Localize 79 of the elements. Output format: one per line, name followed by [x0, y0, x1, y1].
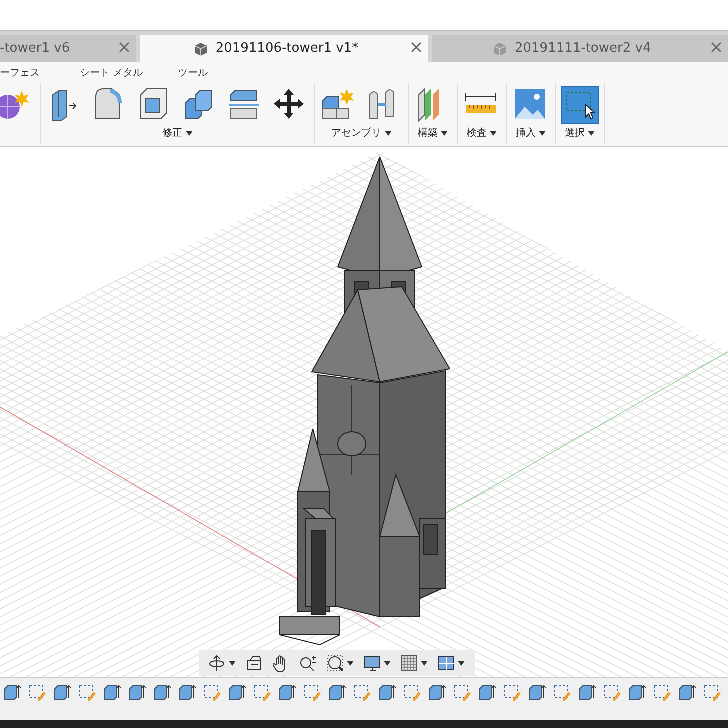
caret-icon — [490, 130, 497, 136]
shell-icon — [140, 88, 168, 120]
press-pull-icon — [52, 90, 77, 122]
sketch-timeline-icon[interactable] — [554, 684, 571, 701]
sketch-timeline-icon[interactable] — [204, 684, 221, 701]
look-at-icon — [248, 656, 262, 670]
zoom-window-icon — [328, 655, 344, 672]
sketch-timeline-icon[interactable] — [254, 684, 271, 701]
extrude-timeline-icon[interactable] — [4, 684, 21, 701]
caret-icon — [441, 130, 448, 136]
extrude-timeline-icon[interactable] — [229, 684, 246, 701]
ribbon-tab[interactable]: シート メタル — [80, 66, 178, 80]
document-tab[interactable]: 20191106-tower1 v1* — [140, 35, 428, 62]
select-window-icon — [562, 87, 598, 123]
extrude-timeline-icon[interactable] — [429, 684, 446, 701]
sketch-timeline-icon[interactable] — [304, 684, 321, 701]
move-arrows-icon — [274, 89, 304, 119]
navigation-tool[interactable] — [362, 654, 393, 672]
ribbon-tab[interactable]: ーフェス — [0, 66, 80, 80]
extrude-timeline-icon[interactable] — [279, 684, 296, 701]
extrude-timeline-icon[interactable] — [154, 684, 171, 701]
sketch-timeline-icon[interactable] — [404, 684, 421, 701]
joint-icon — [370, 90, 394, 120]
navigation-tool[interactable] — [325, 654, 356, 672]
tower-model-drawing[interactable] — [280, 156, 451, 646]
extrude-timeline-icon[interactable] — [179, 684, 196, 701]
toolbar-group-menu[interactable]: 選択 — [565, 126, 595, 140]
toolbar-group-menu[interactable]: アセンブリ — [332, 126, 392, 140]
sketch-timeline-icon[interactable] — [29, 684, 46, 701]
sketch-timeline-icon[interactable] — [704, 684, 721, 701]
sketch-timeline-icon[interactable] — [654, 684, 671, 701]
extrude-timeline-icon[interactable] — [579, 684, 596, 701]
viewports-icon — [438, 656, 454, 670]
offset-plane-icon — [418, 88, 439, 122]
pan-hand-icon — [273, 655, 286, 672]
extrude-timeline-icon[interactable] — [104, 684, 121, 701]
extrude-timeline-icon[interactable] — [479, 684, 496, 701]
extrude-timeline-icon[interactable] — [629, 684, 646, 701]
combine-cubes-icon — [186, 90, 212, 120]
extrude-timeline-icon[interactable] — [329, 684, 346, 701]
toolbar-button[interactable] — [562, 87, 598, 123]
close-icon[interactable] — [711, 42, 722, 53]
sphere-star-icon — [0, 91, 29, 120]
sketch-timeline-icon[interactable] — [454, 684, 471, 701]
close-icon[interactable] — [119, 42, 130, 53]
navigation-tool[interactable] — [399, 654, 430, 672]
extrude-timeline-icon[interactable] — [129, 684, 146, 701]
monitor-icon — [364, 656, 380, 671]
toolbar-group-menu[interactable]: 構築 — [418, 126, 448, 140]
document-tab[interactable]: 20191111-tower2 v4 — [432, 35, 728, 62]
insert-image-icon — [515, 89, 545, 119]
extrude-timeline-icon[interactable] — [379, 684, 396, 701]
zoom-icon — [300, 655, 316, 671]
ruler-measure-icon — [466, 92, 496, 113]
extrude-timeline-icon[interactable] — [54, 684, 71, 701]
sketch-timeline-icon[interactable] — [604, 684, 621, 701]
extrude-timeline-icon[interactable] — [529, 684, 546, 701]
navigation-tool[interactable] — [436, 654, 467, 672]
toolbar-group-menu[interactable]: 修正 — [162, 126, 192, 140]
document-tab[interactable]: -tower1 v6 — [0, 35, 136, 62]
new-component-icon — [322, 89, 354, 120]
caret-icon — [186, 130, 192, 136]
split-body-icon — [229, 90, 259, 120]
sketch-timeline-icon[interactable] — [504, 684, 521, 701]
close-icon[interactable] — [411, 42, 422, 53]
caret-icon — [539, 130, 546, 136]
navigation-tool[interactable] — [207, 654, 238, 672]
grid-icon — [402, 655, 418, 671]
navigation-tool[interactable] — [298, 654, 319, 672]
caret-icon — [588, 130, 595, 136]
sketch-timeline-icon[interactable] — [79, 684, 96, 701]
orbit-icon — [210, 654, 224, 671]
extrude-timeline-icon[interactable] — [679, 684, 696, 701]
ribbon-tab[interactable]: ツール — [178, 66, 238, 80]
toolbar-group-menu[interactable]: 検査 — [467, 126, 497, 140]
toolbar-group-menu[interactable]: 挿入 — [516, 126, 546, 140]
sketch-timeline-icon[interactable] — [354, 684, 371, 701]
fillet-icon — [96, 88, 122, 120]
caret-icon — [384, 130, 392, 136]
